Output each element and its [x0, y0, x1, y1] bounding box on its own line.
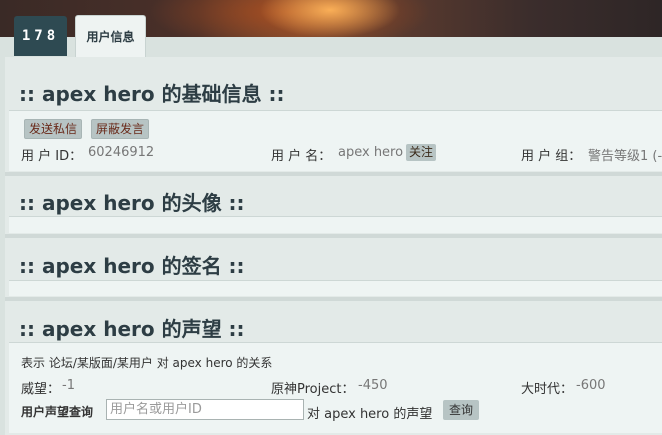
reputation-title: :: apex hero 的声望 :: [19, 317, 245, 341]
basic-info-panel: 发送私信 屏蔽发言 用 户 ID： 60246912 用 户 名： apex h… [9, 110, 662, 171]
signature-panel [9, 280, 662, 296]
block-posts-button[interactable]: 屏蔽发言 [91, 119, 150, 139]
send-message-button[interactable]: 发送私信 [24, 119, 83, 139]
uid-value: 60246912 [88, 145, 155, 160]
reputation-query-label: 用户声望查询 [21, 405, 94, 419]
reputation-label-era: 大时代： [521, 382, 574, 397]
follow-button[interactable]: 关注 [406, 144, 437, 161]
query-button[interactable]: 查询 [443, 400, 480, 420]
signature-title: :: apex hero 的签名 :: [19, 254, 245, 278]
group-value: 警告等级1 (- [588, 149, 662, 164]
uid-label: 用 户 ID： [21, 149, 83, 164]
section-divider [5, 297, 662, 301]
section-divider [5, 234, 662, 238]
section-divider [5, 172, 662, 176]
username-value: apex hero [338, 145, 404, 160]
reputation-label-prestige: 威望： [21, 382, 61, 397]
avatar-panel [9, 216, 662, 233]
basic-info-title: :: apex hero 的基础信息 :: [19, 82, 285, 106]
reputation-query-suffix: 对 apex hero 的声望 [307, 407, 433, 422]
username-label: 用 户 名： [271, 149, 332, 164]
avatar-title: :: apex hero 的头像 :: [19, 191, 245, 215]
tab-user-info[interactable]: 用户信息 [75, 15, 146, 58]
site-logo[interactable]: 178 [14, 16, 67, 56]
reputation-value-era: -600 [576, 378, 606, 393]
reputation-label-genshin: 原神Project： [271, 382, 355, 397]
reputation-value-genshin: -450 [358, 378, 388, 393]
group-label: 用 户 组： [521, 149, 582, 164]
reputation-query-input[interactable] [106, 399, 304, 420]
reputation-value-prestige: -1 [62, 378, 75, 393]
reputation-description: 表示 论坛/某版面/某用户 对 apex hero 的关系 [21, 356, 273, 370]
